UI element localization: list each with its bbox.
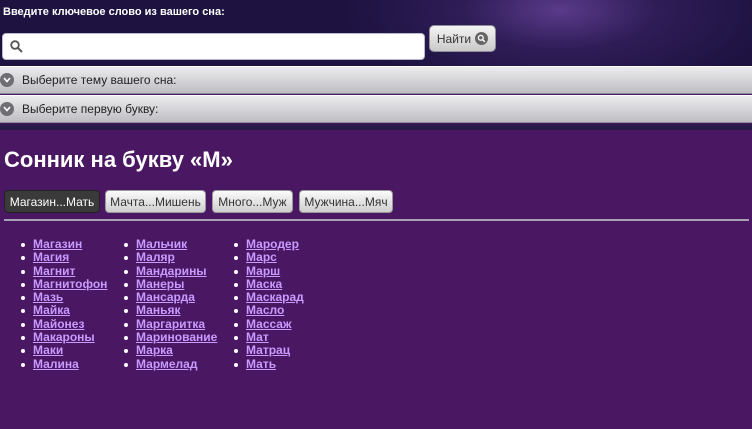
search-label: Введите ключевое слово из вашего сна: (3, 6, 225, 18)
word-link[interactable]: Магнитофон (33, 277, 107, 291)
list-item: Маскарад (234, 291, 304, 304)
list-item: Маньяк (124, 304, 217, 317)
search-field[interactable] (2, 33, 425, 60)
list-item: Магия (21, 251, 107, 264)
list-item: Мародер (234, 237, 304, 251)
word-list-column-3: Мародер Марс Марш Маска Маскарад Масло М… (234, 237, 304, 371)
word-link[interactable]: Мародер (246, 237, 299, 251)
list-item: Малина (21, 357, 107, 371)
word-link[interactable]: Маска (246, 277, 282, 291)
word-link[interactable]: Мать (246, 357, 276, 371)
list-item: Масло (234, 304, 304, 317)
word-link[interactable]: Майонез (33, 317, 84, 331)
list-item: Маргаритка (124, 317, 217, 331)
word-link[interactable]: Магия (33, 250, 69, 264)
list-item: Майка (21, 304, 107, 317)
list-item: Майонез (21, 317, 107, 331)
chevron-down-icon (0, 102, 14, 116)
list-item: Магазин (21, 237, 107, 251)
letter-accordion-label: Выберите первую букву: (22, 102, 159, 116)
theme-accordion-label: Выберите тему вашего сна: (22, 73, 177, 87)
word-link[interactable]: Маляр (136, 250, 175, 264)
tab-mnogo-muzh[interactable]: Много...Муж (212, 190, 293, 213)
word-link[interactable]: Мандарины (136, 264, 207, 278)
tab-magazin-mat[interactable]: Магазин...Мать (4, 190, 100, 213)
list-item: Магнит (21, 264, 107, 278)
list-item: Мазь (21, 291, 107, 304)
list-item: Матрац (234, 344, 304, 357)
list-item: Маринование (124, 330, 217, 344)
magnifier-icon (475, 32, 489, 45)
theme-accordion[interactable]: Выберите тему вашего сна: (0, 66, 752, 94)
word-link[interactable]: Магазин (33, 237, 82, 251)
divider-band (0, 124, 752, 130)
tab-muzhchina-myach[interactable]: Мужчина...Мяч (299, 190, 393, 213)
list-item: Макароны (21, 330, 107, 344)
word-link[interactable]: Мат (246, 330, 269, 344)
list-item: Мандарины (124, 264, 217, 278)
list-item: Марка (124, 344, 217, 357)
list-item: Мальчик (124, 237, 217, 251)
find-button[interactable]: Найти (429, 25, 496, 52)
word-link[interactable]: Маргаритка (136, 317, 205, 331)
word-link[interactable]: Матрац (246, 343, 290, 357)
word-link[interactable]: Майка (33, 303, 70, 317)
chevron-down-icon (0, 73, 14, 87)
word-link[interactable]: Марш (246, 264, 280, 278)
list-item: Массаж (234, 317, 304, 331)
word-link[interactable]: Мармелад (136, 357, 197, 371)
list-item: Мансарда (124, 291, 217, 304)
word-link[interactable]: Маскарад (246, 290, 304, 304)
list-item: Маска (234, 277, 304, 291)
list-item: Мать (234, 357, 304, 371)
search-header: Введите ключевое слово из вашего сна: На… (0, 0, 752, 66)
word-link[interactable]: Магнит (33, 264, 75, 278)
page-title: Сонник на букву «М» (4, 147, 233, 172)
list-item: Маки (21, 344, 107, 357)
word-link[interactable]: Маньяк (136, 303, 180, 317)
divider (4, 219, 749, 221)
list-item: Марс (234, 251, 304, 264)
list-item: Мармелад (124, 357, 217, 371)
list-item: Мат (234, 330, 304, 344)
word-link[interactable]: Мазь (33, 290, 63, 304)
word-link[interactable]: Малина (33, 357, 79, 371)
word-list-column-2: Мальчик Маляр Мандарины Манеры Мансарда … (124, 237, 217, 371)
word-link[interactable]: Макароны (33, 330, 95, 344)
list-item: Манеры (124, 277, 217, 291)
word-link[interactable]: Мальчик (136, 237, 187, 251)
word-link[interactable]: Маринование (136, 330, 217, 344)
word-link[interactable]: Массаж (246, 317, 292, 331)
find-button-label: Найти (436, 31, 472, 46)
tab-machta-mishen[interactable]: Мачта...Мишень (105, 190, 206, 213)
word-link[interactable]: Маки (33, 343, 63, 357)
word-link[interactable]: Масло (246, 303, 284, 317)
word-link[interactable]: Марка (136, 343, 173, 357)
word-link[interactable]: Манеры (136, 277, 184, 291)
word-list-column-1: Магазин Магия Магнит Магнитофон Мазь Май… (21, 237, 107, 371)
word-link[interactable]: Марс (246, 250, 277, 264)
letter-accordion[interactable]: Выберите первую букву: (0, 95, 752, 123)
list-item: Марш (234, 264, 304, 278)
search-icon (10, 40, 23, 53)
search-input[interactable] (27, 37, 419, 57)
list-item: Маляр (124, 251, 217, 264)
list-item: Магнитофон (21, 277, 107, 291)
word-link[interactable]: Мансарда (136, 290, 195, 304)
